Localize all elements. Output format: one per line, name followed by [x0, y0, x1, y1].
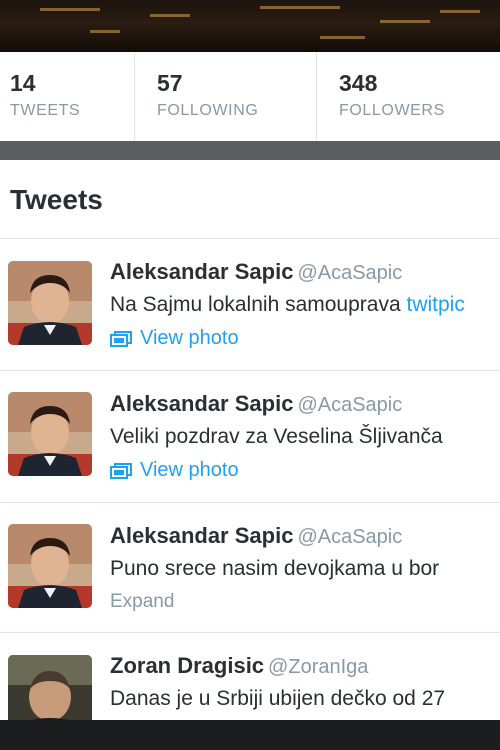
tweet-item[interactable]: Aleksandar Sapic @AcaSapic Veliki pozdrav…	[0, 371, 500, 503]
stat-tweets-label: TWEETS	[10, 102, 81, 119]
avatar[interactable]	[8, 261, 92, 345]
tweet-author-name[interactable]: Zoran Dragisic	[110, 653, 264, 678]
tweet-author-name[interactable]: Aleksandar Sapic	[110, 259, 293, 284]
tweets-section-header: Tweets	[0, 160, 500, 239]
avatar[interactable]	[8, 655, 92, 720]
tweet-text: Na Sajmu lokalnih samouprava	[110, 293, 407, 316]
section-divider	[0, 141, 500, 160]
tweet-text: Veliki pozdrav za Veselina Šljivanča	[110, 425, 443, 448]
stat-tweets-count: 14	[10, 70, 36, 96]
tweet-item[interactable]: Aleksandar Sapic @AcaSapic Na Sajmu lokal…	[0, 239, 500, 371]
profile-header-image	[0, 0, 500, 52]
tweet-author-handle[interactable]: @AcaSapic	[297, 262, 402, 284]
avatar[interactable]	[8, 524, 92, 608]
stat-followers-count: 348	[339, 70, 378, 96]
profile-stats: 14 TWEETS 57 FOLLOWING 348 FOLLOWERS	[0, 52, 500, 142]
tweet-author-handle[interactable]: @AcaSapic	[297, 526, 402, 548]
avatar[interactable]	[8, 392, 92, 476]
tweet-link[interactable]: twitpic	[406, 293, 464, 316]
section-title: Tweets	[10, 184, 103, 215]
tweet-author-handle[interactable]: @AcaSapic	[297, 394, 402, 416]
photo-stack-icon	[110, 330, 132, 347]
stat-following-label: FOLLOWING	[157, 102, 259, 119]
view-photo-link[interactable]: View photo	[110, 459, 239, 482]
bottom-bar	[0, 720, 500, 750]
tweet-item[interactable]: Aleksandar Sapic @AcaSapic Puno srece nas…	[0, 503, 500, 633]
photo-stack-icon	[110, 462, 132, 479]
tweet-author-name[interactable]: Aleksandar Sapic	[110, 523, 293, 548]
stat-following-count: 57	[157, 70, 183, 96]
stat-followers[interactable]: 348 FOLLOWERS	[317, 52, 500, 141]
view-photo-label: View photo	[140, 327, 239, 349]
tweet-item[interactable]: Zoran Dragisic @ZoranIga Danas je u Srbij…	[0, 633, 500, 720]
view-photo-link[interactable]: View photo	[110, 327, 239, 350]
tweet-text: Puno srece nasim devojkama u bor	[110, 557, 440, 580]
stat-tweets[interactable]: 14 TWEETS	[0, 52, 135, 141]
expand-link[interactable]: Expand	[110, 591, 174, 613]
tweet-text: Danas je u Srbiji ubijen dečko od 27	[110, 687, 446, 710]
view-photo-label: View photo	[140, 459, 239, 481]
stat-followers-label: FOLLOWERS	[339, 102, 445, 119]
tweet-author-name[interactable]: Aleksandar Sapic	[110, 391, 293, 416]
stat-following[interactable]: 57 FOLLOWING	[135, 52, 317, 141]
tweet-author-handle[interactable]: @ZoranIga	[268, 656, 368, 678]
